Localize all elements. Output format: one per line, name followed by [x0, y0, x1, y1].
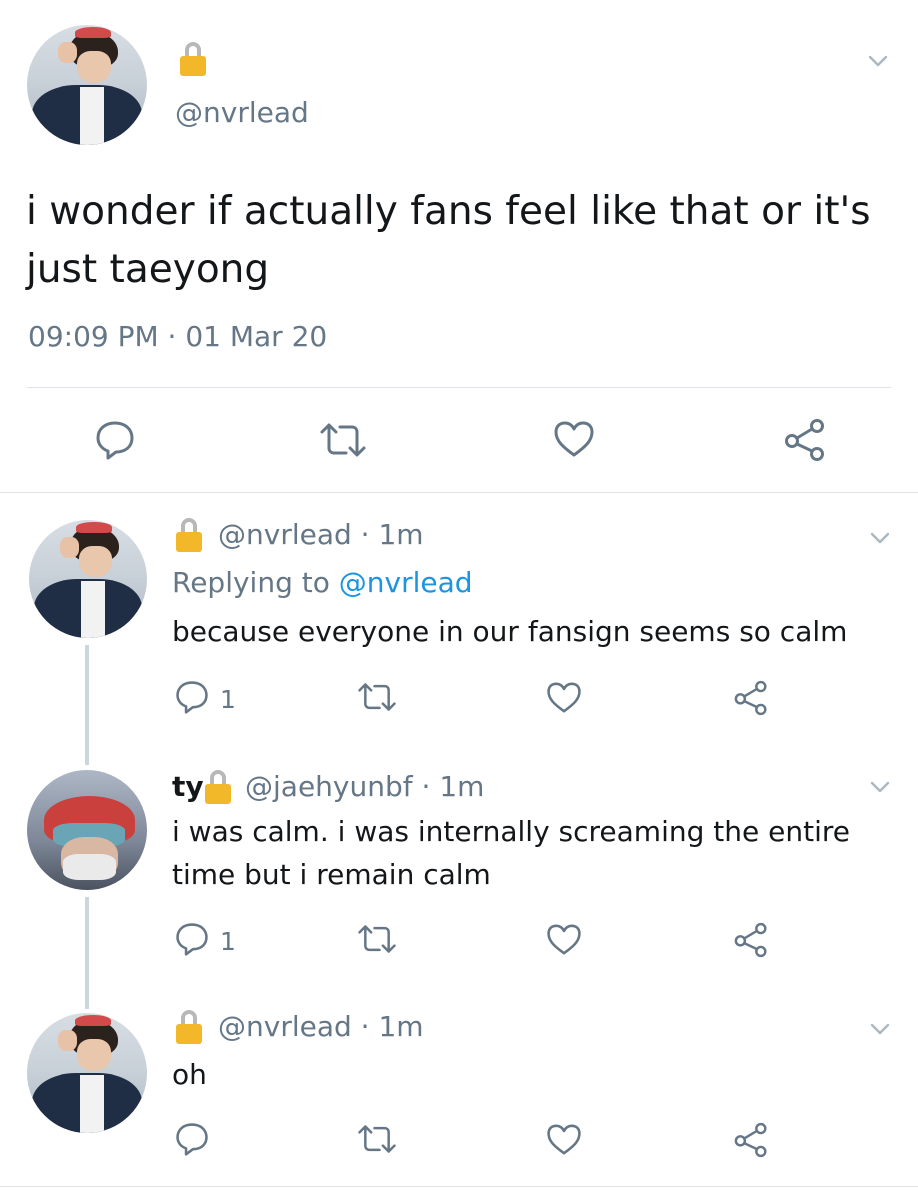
mention-link[interactable]: @nvrlead: [339, 566, 473, 599]
divider: [27, 387, 891, 388]
chevron-down-icon[interactable]: [870, 532, 890, 544]
tweet-meta[interactable]: ty: [172, 770, 204, 803]
retweet-icon: [356, 682, 398, 716]
username[interactable]: @nvrlead: [218, 518, 352, 551]
reply-count: 1: [220, 926, 236, 956]
relative-time: 1m: [439, 770, 485, 803]
reply-icon: [174, 922, 210, 960]
reply-button[interactable]: 1: [174, 922, 236, 960]
share-button[interactable]: [733, 1122, 769, 1162]
reply-icon: [174, 1122, 210, 1160]
meta-separator: ·: [412, 770, 440, 803]
reply-icon: [174, 680, 210, 718]
retweet-icon: [356, 1124, 398, 1158]
share-icon: [733, 922, 769, 962]
thread-line: [85, 645, 89, 765]
lock-icon: [205, 770, 231, 804]
lock-icon: [180, 42, 206, 76]
username[interactable]: @nvrlead: [218, 1010, 352, 1043]
like-button[interactable]: [546, 923, 582, 960]
meta-separator: ·: [351, 1010, 379, 1043]
lock-icon: [176, 518, 202, 552]
like-button[interactable]: [546, 1123, 582, 1160]
retweet-button[interactable]: [356, 682, 398, 716]
retweet-button[interactable]: [356, 1124, 398, 1158]
tweet-meta[interactable]: @nvrlead · 1m: [218, 518, 424, 551]
heart-icon: [546, 1123, 582, 1160]
timestamp[interactable]: 09:09 PM · 01 Mar 20: [28, 320, 327, 353]
username[interactable]: @jaehyunbf: [245, 770, 413, 803]
chevron-down-icon[interactable]: [868, 55, 888, 67]
retweet-button[interactable]: [318, 422, 368, 462]
avatar[interactable]: [27, 770, 147, 890]
retweet-icon: [318, 422, 368, 462]
reply-count: 1: [220, 684, 236, 714]
display-name[interactable]: ty: [172, 770, 204, 803]
meta-separator: ·: [351, 518, 379, 551]
avatar[interactable]: [27, 25, 147, 145]
tweet-text: i was calm. i was internally screaming t…: [172, 815, 850, 891]
reply-button[interactable]: 1: [174, 680, 236, 718]
thread-line: [85, 897, 89, 1009]
retweet-button[interactable]: [356, 924, 398, 958]
share-button[interactable]: [733, 922, 769, 962]
tweet-meta[interactable]: @jaehyunbf · 1m: [245, 770, 484, 803]
share-icon: [733, 1122, 769, 1162]
divider: [0, 1186, 918, 1187]
relative-time: 1m: [378, 518, 424, 551]
heart-icon: [553, 420, 595, 462]
tweet-text: i wonder if actually fans feel like that…: [26, 189, 871, 292]
avatar[interactable]: [27, 1013, 147, 1133]
share-icon: [733, 680, 769, 720]
username[interactable]: @nvrlead: [175, 96, 309, 129]
divider: [0, 492, 918, 493]
share-button[interactable]: [733, 680, 769, 720]
replying-to: Replying to @nvrlead: [172, 566, 473, 599]
tweet-text: because everyone in our fansign seems so…: [172, 615, 848, 648]
avatar[interactable]: [29, 520, 147, 638]
reply-icon: [94, 420, 136, 464]
relative-time: 1m: [378, 1010, 424, 1043]
reply-button[interactable]: [174, 1122, 210, 1160]
tweet-meta[interactable]: @nvrlead · 1m: [218, 1010, 424, 1043]
retweet-icon: [356, 924, 398, 958]
heart-icon: [546, 681, 582, 718]
heart-icon: [546, 923, 582, 960]
chevron-down-icon[interactable]: [870, 1023, 890, 1035]
like-button[interactable]: [546, 681, 582, 718]
lock-icon: [176, 1010, 202, 1044]
like-button[interactable]: [553, 420, 595, 462]
chevron-down-icon[interactable]: [870, 781, 890, 793]
share-icon: [783, 418, 827, 466]
share-button[interactable]: [783, 418, 827, 466]
reply-button[interactable]: [94, 420, 136, 464]
tweet-text: oh: [172, 1058, 207, 1091]
